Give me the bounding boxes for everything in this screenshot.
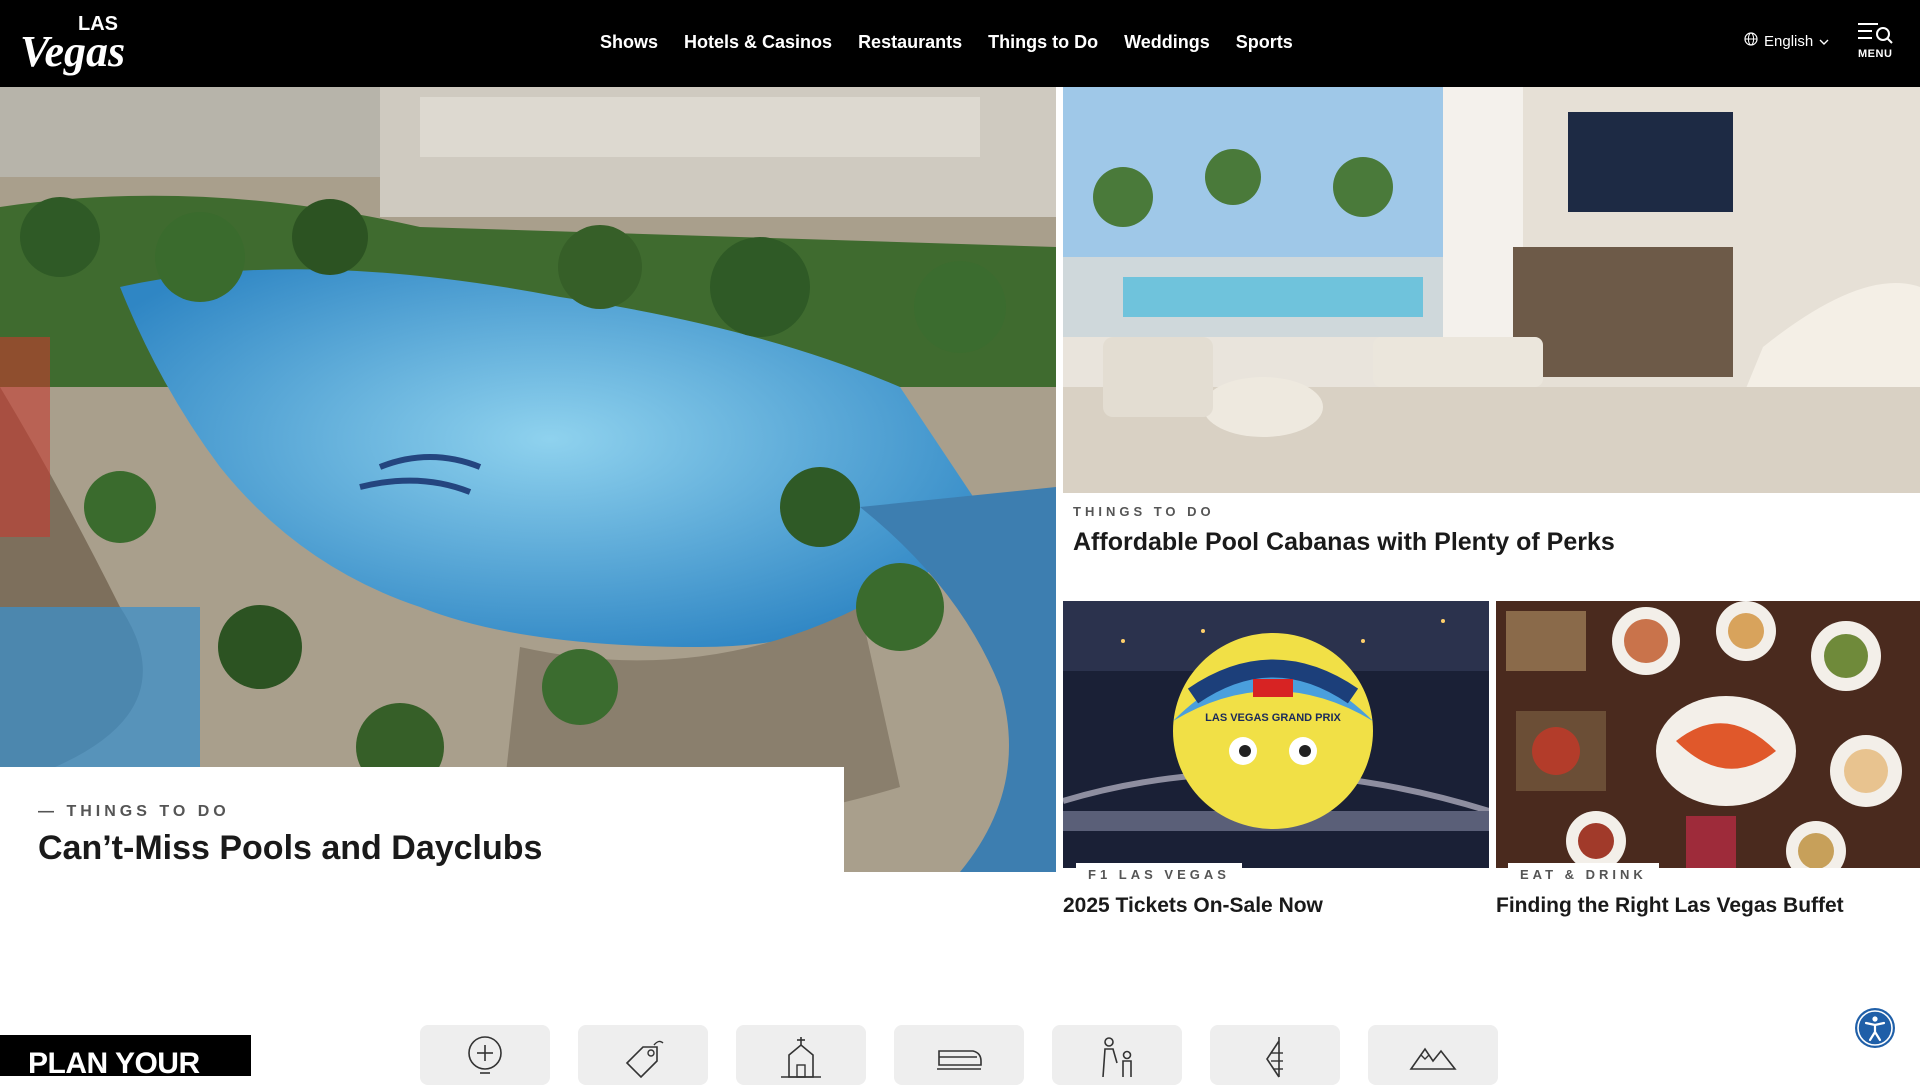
nav-sports[interactable]: Sports xyxy=(1236,32,1293,53)
menu-label: MENU xyxy=(1858,48,1893,60)
language-label: English xyxy=(1764,32,1814,50)
tile-outdoors[interactable] xyxy=(1368,1025,1498,1085)
nav-shows[interactable]: Shows xyxy=(600,32,658,53)
lightbulb-plus-icon xyxy=(468,1036,502,1074)
trip-category-tiles xyxy=(420,1025,1498,1085)
language-selector[interactable]: English xyxy=(1744,32,1829,50)
buffet-eyebrow: EAT & DRINK xyxy=(1508,863,1659,882)
f1-sphere-image[interactable]: LAS VEGAS GRAND PRIX xyxy=(1063,601,1489,868)
accessibility-icon xyxy=(1857,1010,1893,1046)
buffet-image[interactable] xyxy=(1496,601,1920,868)
menu-button[interactable]: MENU xyxy=(1856,20,1896,62)
globe-icon xyxy=(1744,32,1758,50)
tile-weddings[interactable] xyxy=(736,1025,866,1085)
feature-title[interactable]: Can’t-Miss Pools and Dayclubs xyxy=(38,829,542,868)
tile-transportation[interactable] xyxy=(894,1025,1024,1085)
nav-things-to-do[interactable]: Things to Do xyxy=(988,32,1098,53)
feature-pool-image[interactable] xyxy=(0,87,1056,872)
mountains-icon xyxy=(1409,1047,1457,1070)
las-vegas-logo[interactable]: LAS Vegas xyxy=(18,8,130,78)
chapel-icon xyxy=(781,1037,821,1078)
main-nav: Shows Hotels & Casinos Restaurants Thing… xyxy=(600,0,1293,84)
logo-script-text: Vegas xyxy=(20,27,125,76)
tile-ideas[interactable] xyxy=(420,1025,550,1085)
cabana-image[interactable] xyxy=(1063,87,1920,493)
tile-deals[interactable] xyxy=(578,1025,708,1085)
feature-caption[interactable]: — THINGS TO DO Can’t-Miss Pools and Dayc… xyxy=(0,767,844,872)
tile-family[interactable] xyxy=(1052,1025,1182,1085)
family-icon xyxy=(1102,1037,1132,1078)
skyline-tower-icon xyxy=(1266,1037,1283,1078)
shuttle-icon xyxy=(937,1050,982,1070)
plan-your-trip-heading: PLAN YOUR TRIP xyxy=(0,1035,251,1076)
nav-weddings[interactable]: Weddings xyxy=(1124,32,1210,53)
f1-eyebrow: F1 LAS VEGAS xyxy=(1076,863,1242,882)
cabana-title[interactable]: Affordable Pool Cabanas with Plenty of P… xyxy=(1073,528,1615,557)
feature-eyebrow: — THINGS TO DO xyxy=(38,803,230,820)
nav-hotels-casinos[interactable]: Hotels & Casinos xyxy=(684,32,832,53)
chevron-down-icon xyxy=(1819,33,1829,50)
site-header: LAS Vegas Shows Hotels & Casinos Restaur… xyxy=(0,0,1920,87)
accessibility-button[interactable] xyxy=(1855,1008,1895,1048)
sphere-text: LAS VEGAS GRAND PRIX xyxy=(1205,712,1341,724)
tile-attractions[interactable] xyxy=(1210,1025,1340,1085)
cabana-eyebrow: THINGS TO DO xyxy=(1061,500,1227,519)
nav-restaurants[interactable]: Restaurants xyxy=(858,32,962,53)
f1-title[interactable]: 2025 Tickets On-Sale Now xyxy=(1063,894,1323,918)
buffet-title[interactable]: Finding the Right Las Vegas Buffet xyxy=(1496,894,1844,918)
tag-icon xyxy=(625,1040,664,1079)
